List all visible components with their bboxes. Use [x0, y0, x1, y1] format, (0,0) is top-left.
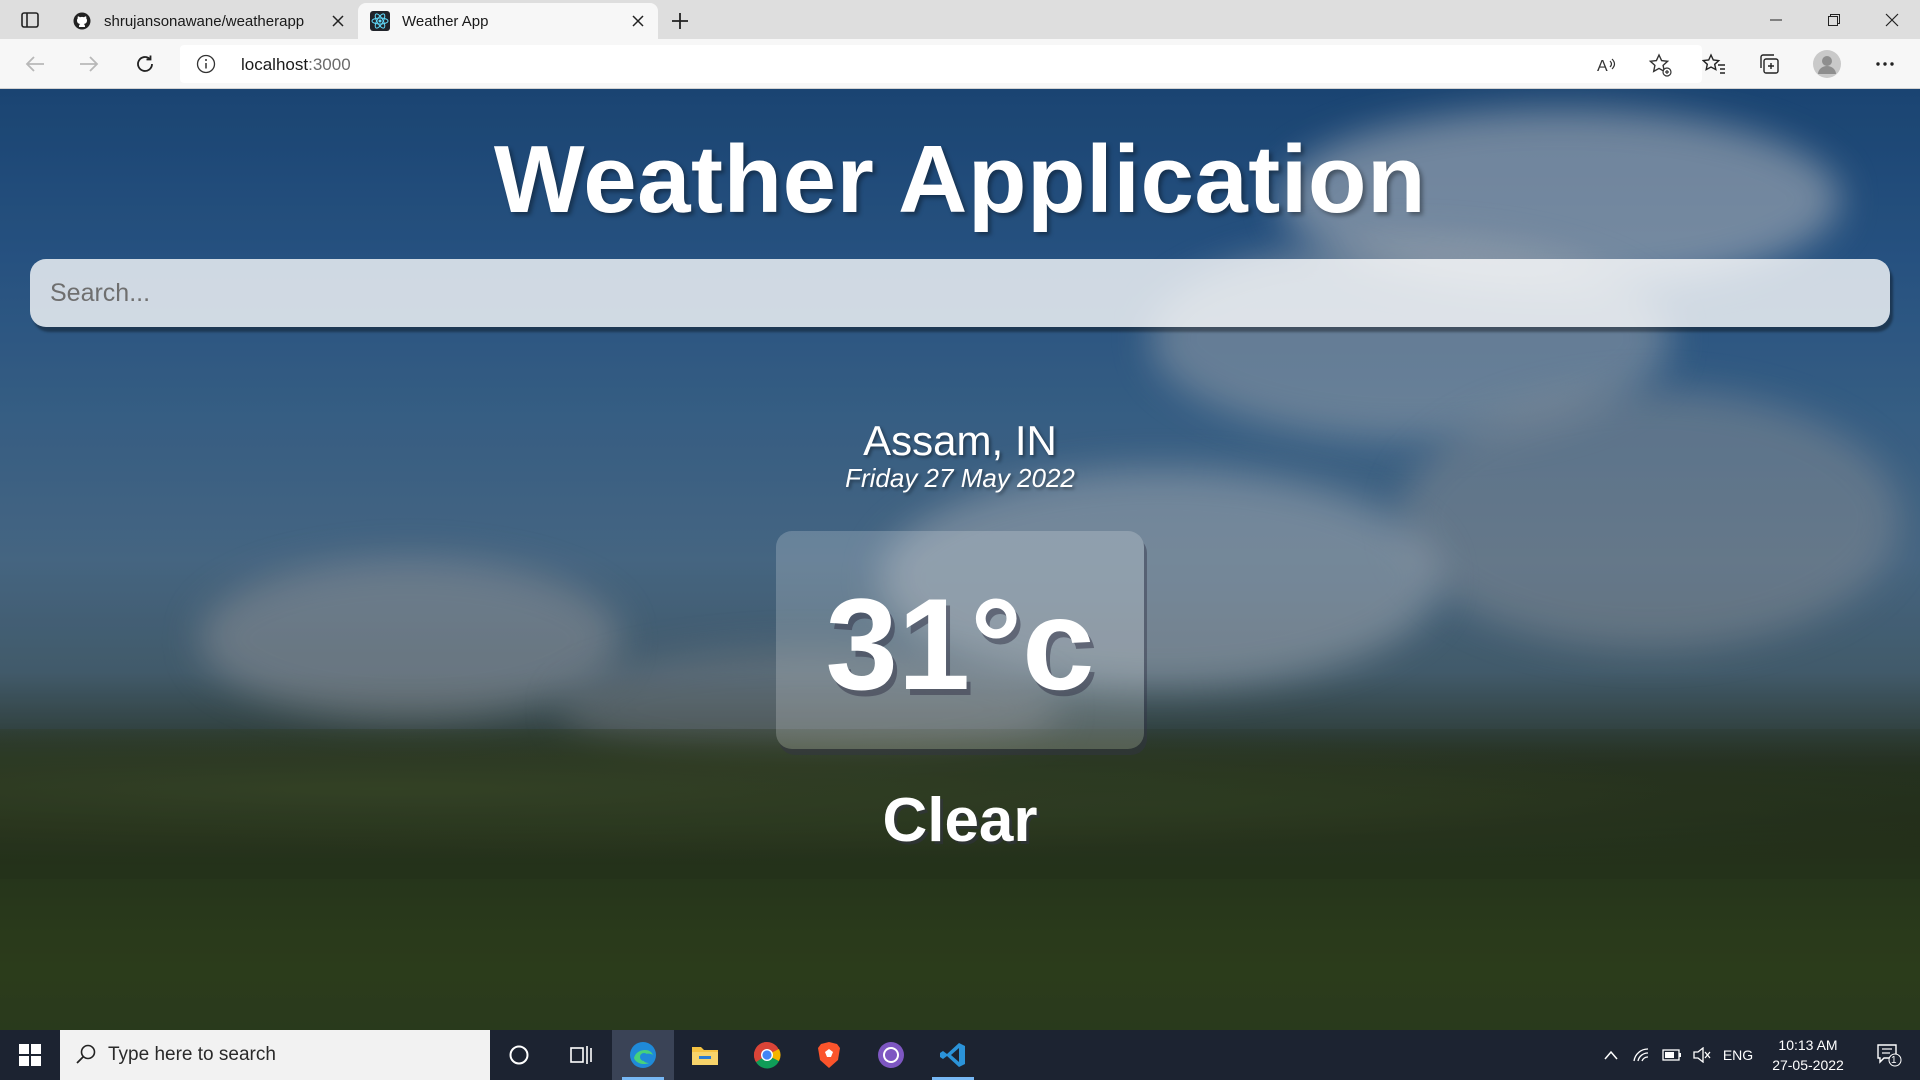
url-text: localhost:3000	[241, 55, 351, 75]
brave-browser-icon[interactable]	[798, 1030, 860, 1080]
windows-start-icon[interactable]	[0, 1030, 60, 1080]
collections-icon[interactable]	[1752, 47, 1786, 81]
forward-arrow-icon[interactable]	[72, 47, 106, 81]
show-hidden-icons-icon[interactable]	[1598, 1030, 1624, 1080]
github-icon	[72, 11, 92, 31]
tab-title: Weather App	[402, 12, 489, 30]
add-favorite-icon[interactable]	[1648, 53, 1672, 77]
github-desktop-icon[interactable]	[860, 1030, 922, 1080]
page-title: Weather Application	[493, 126, 1427, 233]
restore-window-icon[interactable]	[1806, 0, 1862, 39]
favorites-icon[interactable]	[1697, 47, 1731, 81]
file-explorer-icon[interactable]	[674, 1030, 736, 1080]
refresh-icon[interactable]	[128, 47, 162, 81]
taskbar: Type here to search ENG 10:13 AM 27-05-2	[0, 1030, 1920, 1080]
temperature-value: 31°c	[825, 571, 1095, 717]
tab-github[interactable]: shrujansonawane/weatherapp	[60, 3, 358, 39]
taskbar-search-box[interactable]: Type here to search	[60, 1030, 490, 1080]
page-viewport: Weather Application Assam, IN Friday 27 …	[0, 89, 1920, 1030]
battery-icon[interactable]	[1658, 1030, 1686, 1080]
volume-muted-icon[interactable]	[1688, 1030, 1716, 1080]
back-arrow-icon[interactable]	[18, 47, 52, 81]
profile-avatar-icon[interactable]	[1810, 47, 1844, 81]
edge-browser-icon[interactable]	[612, 1030, 674, 1080]
vscode-icon[interactable]	[922, 1030, 984, 1080]
notification-count: 1	[1891, 1055, 1897, 1066]
new-tab-button[interactable]	[664, 5, 696, 37]
close-tab-icon[interactable]	[324, 7, 352, 35]
tab-title: shrujansonawane/weatherapp	[104, 12, 305, 30]
search-icon	[74, 1043, 98, 1067]
browser-tab-strip: shrujansonawane/weatherapp Weather App	[0, 0, 1920, 39]
date-text: Friday 27 May 2022	[845, 463, 1075, 493]
taskbar-clock[interactable]: 10:13 AM 27-05-2022	[1760, 1035, 1856, 1075]
cortana-icon[interactable]	[488, 1030, 550, 1080]
minimize-window-icon[interactable]	[1748, 0, 1804, 39]
browser-toolbar: localhost:3000 A	[0, 39, 1920, 89]
react-icon	[370, 11, 390, 31]
taskbar-search-placeholder: Type here to search	[108, 1044, 276, 1065]
address-bar[interactable]: localhost:3000 A	[180, 45, 1702, 83]
url-port: :3000	[308, 55, 351, 74]
task-view-icon[interactable]	[550, 1030, 612, 1080]
wifi-icon[interactable]	[1628, 1030, 1656, 1080]
clock-date: 27-05-2022	[1772, 1057, 1844, 1073]
weather-condition: Clear	[882, 786, 1038, 855]
search-input[interactable]	[30, 259, 1890, 327]
tab-weather-app[interactable]: Weather App	[358, 3, 658, 39]
tab-actions-icon[interactable]	[14, 7, 46, 33]
url-host: localhost	[241, 55, 309, 74]
more-menu-icon[interactable]	[1868, 47, 1902, 81]
chrome-icon[interactable]	[736, 1030, 798, 1080]
close-window-icon[interactable]	[1864, 0, 1920, 39]
site-info-icon[interactable]	[196, 54, 216, 74]
location-text: Assam, IN	[863, 417, 1057, 464]
svg-text:A: A	[1597, 58, 1608, 75]
read-aloud-icon[interactable]: A	[1595, 53, 1619, 77]
close-tab-icon[interactable]	[624, 7, 652, 35]
clock-time: 10:13 AM	[1778, 1037, 1838, 1053]
notification-center-icon[interactable]: 1	[1864, 1030, 1914, 1080]
language-indicator[interactable]: ENG	[1718, 1030, 1758, 1080]
